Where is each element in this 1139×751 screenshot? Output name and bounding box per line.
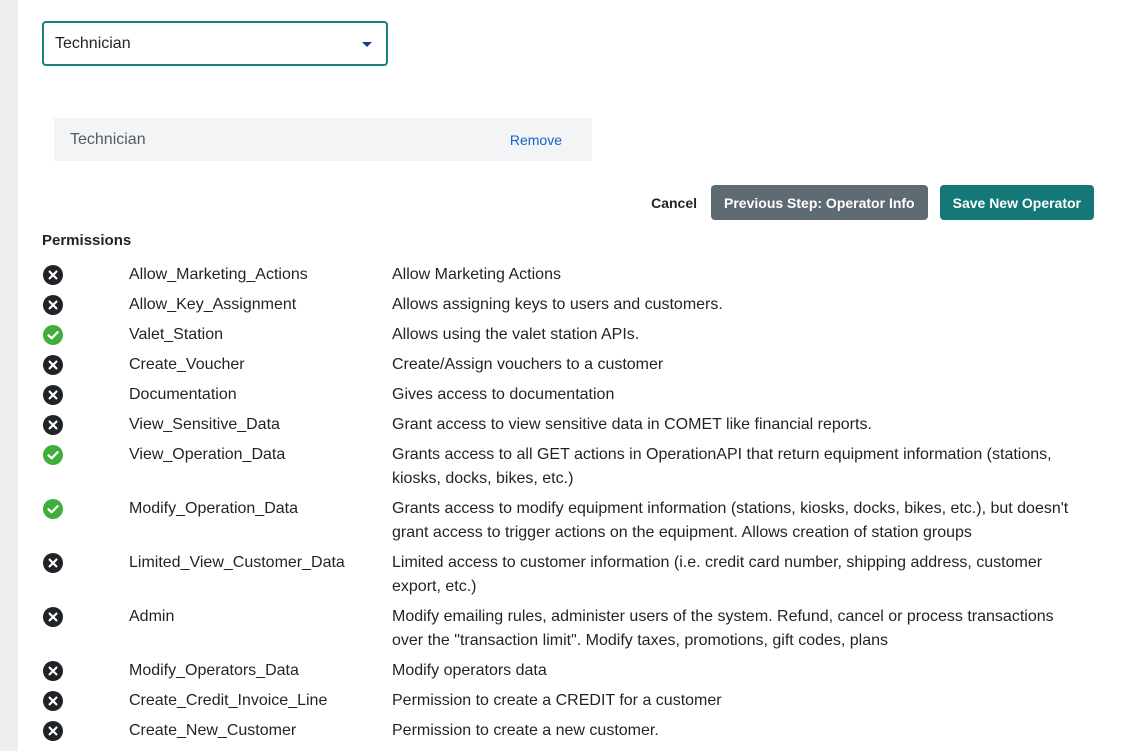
x-circle-icon: [43, 385, 63, 405]
x-circle-icon: [43, 661, 63, 681]
action-bar: Cancel Previous Step: Operator Info Save…: [649, 185, 1094, 220]
permission-row: Create_Credit_Invoice_Line Permission to …: [42, 689, 1102, 713]
remove-role-link[interactable]: Remove: [510, 132, 562, 148]
permission-row: Allow_Marketing_Actions Allow Marketing A…: [42, 263, 1102, 287]
permission-description: Allows using the valet station APIs.: [392, 326, 640, 343]
save-new-operator-button[interactable]: Save New Operator: [939, 185, 1094, 220]
permission-name: Admin: [129, 608, 175, 625]
permission-name: Documentation: [129, 386, 237, 403]
permission-row: Modify_Operation_Data Grants access to mo…: [42, 497, 1102, 545]
permission-name: Modify_Operation_Data: [129, 500, 298, 517]
permission-description: Grant access to view sensitive data in C…: [392, 416, 872, 433]
permission-name: View_Sensitive_Data: [129, 416, 280, 433]
permission-name: Valet_Station: [129, 326, 223, 343]
permission-description: Permission to create a CREDIT for a cust…: [392, 692, 722, 709]
permission-description: Permission to create a new customer.: [392, 722, 659, 739]
check-circle-icon: [43, 499, 63, 519]
role-select-value: Technician: [55, 34, 131, 52]
x-circle-icon: [43, 415, 63, 435]
operator-roles-page: Technician Technician Remove Cancel Prev…: [0, 0, 1139, 751]
x-circle-icon: [43, 607, 63, 627]
x-circle-icon: [43, 265, 63, 285]
x-circle-icon: [43, 721, 63, 741]
x-circle-icon: [43, 691, 63, 711]
permission-name: View_Operation_Data: [129, 446, 286, 463]
chevron-down-icon: [362, 41, 372, 47]
permission-description: Allow Marketing Actions: [392, 266, 561, 283]
permission-description: Grants access to modify equipment inform…: [392, 500, 1069, 541]
permission-description: Modify operators data: [392, 662, 547, 679]
check-circle-icon: [43, 325, 63, 345]
x-circle-icon: [43, 355, 63, 375]
left-rail: [0, 0, 18, 751]
permission-row: Create_New_Customer Permission to create …: [42, 719, 1102, 743]
permission-row: Modify_Operators_Data Modify operators da…: [42, 659, 1102, 683]
previous-step-button[interactable]: Previous Step: Operator Info: [711, 185, 928, 220]
permission-description: Create/Assign vouchers to a customer: [392, 356, 664, 373]
permission-description: Limited access to customer information (…: [392, 554, 1043, 595]
check-circle-icon: [43, 445, 63, 465]
permission-name: Allow_Key_Assignment: [129, 296, 297, 313]
x-circle-icon: [43, 553, 63, 573]
x-circle-icon: [43, 295, 63, 315]
permission-row: Documentation Gives access to documentati…: [42, 383, 1102, 407]
permission-description: Modify emailing rules, administer users …: [392, 608, 1054, 649]
permission-row: Limited_View_Customer_Data Limited access…: [42, 551, 1102, 599]
permission-description: Gives access to documentation: [392, 386, 615, 403]
permission-row: View_Sensitive_Data Grant access to view …: [42, 413, 1102, 437]
permissions-list: Allow_Marketing_Actions Allow Marketing A…: [42, 263, 1102, 751]
selected-role-name: Technician: [70, 130, 146, 148]
permission-description: Grants access to all GET actions in Oper…: [392, 446, 1052, 487]
permission-description: Allows assigning keys to users and custo…: [392, 296, 723, 313]
permission-row: Allow_Key_Assignment Allows assigning key…: [42, 293, 1102, 317]
permission-name: Modify_Operators_Data: [129, 662, 299, 679]
permission-row: Create_Voucher Create/Assign vouchers to …: [42, 353, 1102, 377]
permissions-heading: Permissions: [42, 232, 132, 249]
permission-row: View_Operation_Data Grants access to all …: [42, 443, 1102, 491]
role-select[interactable]: Technician: [42, 21, 388, 66]
permission-name: Limited_View_Customer_Data: [129, 554, 345, 571]
permission-row: Admin Modify emailing rules, administer u…: [42, 605, 1102, 653]
permission-name: Create_Voucher: [129, 356, 245, 373]
cancel-button[interactable]: Cancel: [649, 195, 699, 211]
permission-name: Create_New_Customer: [129, 722, 297, 739]
selected-role-row: Technician Remove: [54, 118, 592, 161]
permission-row: Valet_Station Allows using the valet stat…: [42, 323, 1102, 347]
permission-name: Create_Credit_Invoice_Line: [129, 692, 328, 709]
permission-name: Allow_Marketing_Actions: [129, 266, 308, 283]
